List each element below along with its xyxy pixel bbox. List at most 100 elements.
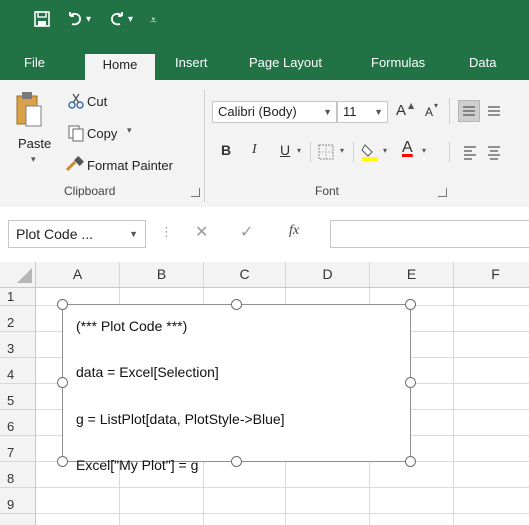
toolbar-divider bbox=[449, 98, 450, 124]
align-top-icon bbox=[463, 106, 475, 116]
resize-handle-top-right[interactable] bbox=[405, 299, 416, 310]
save-icon[interactable] bbox=[33, 10, 51, 33]
format-painter-icon bbox=[65, 156, 85, 178]
align-center-icon[interactable] bbox=[486, 144, 502, 164]
row-header[interactable]: 8 bbox=[0, 470, 35, 488]
select-all-button[interactable] bbox=[0, 262, 36, 287]
tab-insert[interactable]: Insert bbox=[175, 50, 208, 80]
row-header[interactable]: 3 bbox=[0, 340, 35, 358]
code-line-comment: (*** Plot Code ***) bbox=[76, 318, 188, 334]
column-header[interactable]: E bbox=[370, 262, 454, 287]
fill-color-swatch bbox=[362, 157, 378, 161]
resize-handle-bottom-left[interactable] bbox=[57, 456, 68, 467]
paste-icon bbox=[16, 92, 42, 127]
shrink-arrow-icon: ▾ bbox=[434, 101, 439, 110]
enter-icon[interactable]: ✓ bbox=[240, 222, 253, 241]
font-size-select[interactable]: 11 ▼ bbox=[337, 101, 388, 123]
code-line-assign: Excel["My Plot"] = g bbox=[76, 457, 199, 473]
name-box-value: Plot Code ... bbox=[16, 226, 94, 242]
code-line-data: data = Excel[Selection] bbox=[76, 364, 219, 380]
row-header[interactable]: 2 bbox=[0, 314, 35, 332]
paste-dropdown-icon[interactable]: ▾ bbox=[31, 154, 36, 165]
code-line-plot: g = ListPlot[data, PlotStyle->Blue] bbox=[76, 411, 285, 427]
select-all-triangle-icon bbox=[17, 268, 32, 283]
font-color-button[interactable]: A bbox=[402, 139, 413, 157]
fill-color-icon[interactable] bbox=[360, 141, 380, 165]
toolbar-divider bbox=[449, 142, 450, 162]
font-group-label: Font bbox=[315, 184, 340, 198]
formula-bar: Plot Code ... ▼ ⋮ ✕ ✓ fx bbox=[0, 207, 529, 259]
grid-line bbox=[36, 487, 529, 488]
resize-handle-left[interactable] bbox=[57, 377, 68, 388]
borders-dropdown-icon[interactable]: ▾ bbox=[340, 146, 344, 155]
cut-icon bbox=[67, 92, 85, 114]
tab-formulas[interactable]: Formulas bbox=[371, 50, 425, 80]
row-headers: 1 2 3 4 5 6 7 8 9 bbox=[0, 288, 36, 525]
row-header[interactable]: 5 bbox=[0, 392, 35, 410]
column-header[interactable]: F bbox=[454, 262, 529, 287]
column-header[interactable]: B bbox=[120, 262, 204, 287]
grow-arrow-icon: ▲ bbox=[408, 101, 415, 110]
resize-handle-bottom-right[interactable] bbox=[405, 456, 416, 467]
chevron-down-icon: ▼ bbox=[374, 107, 383, 117]
increase-font-size-button[interactable]: A bbox=[396, 102, 406, 119]
chevron-down-icon: ▼ bbox=[129, 229, 138, 239]
name-box[interactable]: Plot Code ... ▼ bbox=[8, 220, 146, 248]
formula-bar-grip-icon: ⋮ bbox=[160, 225, 173, 240]
ribbon-tabs: File Home Insert Page Layout Formulas Da… bbox=[0, 50, 529, 80]
font-family-select[interactable]: Calibri (Body) ▼ bbox=[212, 101, 337, 123]
copy-icon bbox=[67, 124, 85, 146]
title-bar: ▾ ▾ ⩡ bbox=[0, 0, 529, 50]
formula-input[interactable] bbox=[330, 220, 529, 248]
row-header[interactable]: 9 bbox=[0, 496, 35, 514]
borders-icon[interactable] bbox=[318, 144, 334, 164]
tab-page-layout[interactable]: Page Layout bbox=[249, 50, 322, 80]
tab-data[interactable]: Data bbox=[469, 50, 496, 80]
underline-dropdown-icon[interactable]: ▾ bbox=[297, 146, 301, 155]
column-header[interactable]: D bbox=[286, 262, 370, 287]
format-painter-button[interactable]: Format Painter bbox=[87, 158, 173, 173]
insert-function-icon[interactable]: fx bbox=[289, 223, 299, 239]
tab-home[interactable]: Home bbox=[85, 54, 155, 80]
customize-toolbar-icon[interactable]: ⩡ bbox=[150, 10, 157, 30]
cancel-icon[interactable]: ✕ bbox=[195, 222, 208, 241]
fill-color-dropdown-icon[interactable]: ▾ bbox=[383, 146, 387, 155]
font-launcher-icon[interactable] bbox=[438, 188, 447, 197]
column-header[interactable]: C bbox=[204, 262, 286, 287]
copy-button[interactable]: Copy bbox=[87, 126, 117, 141]
bold-button[interactable]: B bbox=[221, 142, 231, 158]
row-header[interactable]: 6 bbox=[0, 418, 35, 436]
font-size-value: 11 bbox=[343, 104, 357, 119]
underline-button[interactable]: U bbox=[280, 142, 290, 158]
resize-handle-bottom[interactable] bbox=[231, 456, 242, 467]
redo-icon[interactable] bbox=[108, 10, 126, 33]
resize-handle-right[interactable] bbox=[405, 377, 416, 388]
align-middle-icon[interactable] bbox=[486, 102, 502, 122]
undo-dropdown-icon[interactable]: ▾ bbox=[86, 10, 91, 30]
grid-line bbox=[36, 513, 529, 514]
column-headers: A B C D E F bbox=[0, 262, 529, 288]
italic-button[interactable]: I bbox=[252, 142, 257, 158]
grid-line bbox=[453, 288, 454, 525]
ribbon: Paste ▾ Cut Copy ▾ Format Painter Clipbo… bbox=[0, 80, 529, 208]
resize-handle-top[interactable] bbox=[231, 299, 242, 310]
row-header[interactable]: 1 bbox=[0, 288, 35, 306]
align-left-icon[interactable] bbox=[462, 144, 478, 164]
toolbar-divider bbox=[310, 142, 311, 162]
column-header[interactable]: A bbox=[36, 262, 120, 287]
row-header[interactable]: 4 bbox=[0, 366, 35, 384]
decrease-font-size-button[interactable]: A bbox=[425, 105, 433, 119]
redo-dropdown-icon[interactable]: ▾ bbox=[128, 10, 133, 30]
clipboard-launcher-icon[interactable] bbox=[191, 188, 200, 197]
row-header[interactable]: 7 bbox=[0, 444, 35, 462]
tab-file[interactable]: File bbox=[24, 50, 45, 80]
chevron-down-icon: ▼ bbox=[323, 107, 332, 117]
cut-button[interactable]: Cut bbox=[87, 94, 107, 109]
paste-label[interactable]: Paste bbox=[18, 136, 51, 151]
align-top-button[interactable] bbox=[458, 100, 480, 122]
group-divider bbox=[204, 90, 205, 202]
copy-dropdown-icon[interactable]: ▾ bbox=[127, 125, 132, 136]
font-color-dropdown-icon[interactable]: ▾ bbox=[422, 146, 426, 155]
undo-icon[interactable] bbox=[66, 10, 84, 33]
resize-handle-top-left[interactable] bbox=[57, 299, 68, 310]
